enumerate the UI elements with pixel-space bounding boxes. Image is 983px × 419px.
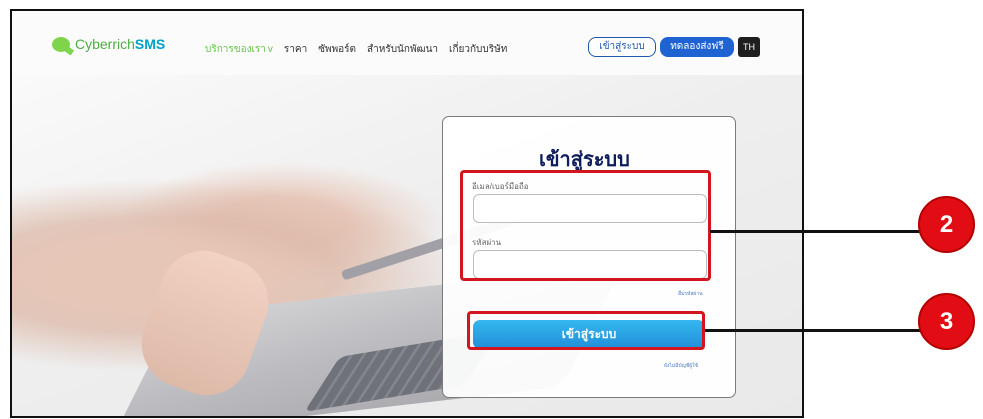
menu-item-pricing[interactable]: ราคา [284, 42, 307, 57]
free-trial-button[interactable]: ทดลองส่งฟรี [660, 37, 734, 57]
menu-item-services[interactable]: บริการของเรา v [205, 42, 273, 57]
submit-highlight-box [467, 311, 705, 350]
register-link[interactable]: ยังไม่มีบัญชีผู้ใช้ [664, 362, 698, 370]
language-button[interactable]: TH [738, 37, 760, 57]
menu-item-developers[interactable]: สำหรับนักพัฒนา [367, 42, 438, 57]
chat-bubble-icon [52, 36, 70, 52]
callout-line-3 [705, 329, 922, 332]
brand-logo[interactable]: CyberrichSMS [52, 36, 165, 52]
forgot-password-link[interactable]: ลืมรหัสผ่าน [678, 290, 703, 298]
chevron-down-icon: v [267, 44, 273, 55]
nav-login-button[interactable]: เข้าสู่ระบบ [588, 37, 656, 57]
step-marker-2: 2 [918, 196, 975, 253]
main-menu: บริการของเรา v ราคา ซัพพอร์ต สำหรับนักพัฒ… [205, 42, 507, 57]
top-navigation: CyberrichSMS บริการของเรา v ราคา ซัพพอร์ต… [12, 11, 802, 75]
credentials-highlight-box [460, 170, 711, 281]
menu-item-support[interactable]: ซัพพอร์ต [318, 42, 356, 57]
callout-line-2 [710, 230, 922, 233]
step-marker-3: 3 [918, 293, 975, 350]
tutorial-screenshot: CyberrichSMS บริการของเรา v ราคา ซัพพอร์ต… [0, 0, 983, 419]
brand-name: CyberrichSMS [75, 36, 166, 52]
menu-item-about[interactable]: เกี่ยวกับบริษัท [449, 42, 507, 57]
